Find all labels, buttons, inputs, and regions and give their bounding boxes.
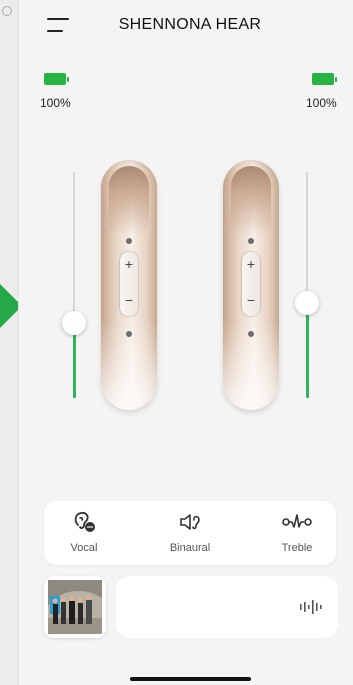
menu-icon[interactable] (47, 18, 71, 34)
home-indicator[interactable] (130, 677, 251, 681)
left-volume-up-button[interactable]: + (120, 256, 138, 272)
album-thumbnail[interactable] (44, 576, 106, 638)
mode-treble[interactable]: Treble (257, 501, 337, 565)
mode-binaural-label: Binaural (169, 542, 211, 554)
corner-dot (2, 6, 12, 16)
left-aid-top-dot (126, 238, 132, 244)
right-volume-slider-fill (306, 303, 309, 398)
mode-treble-label: Treble (281, 542, 313, 554)
right-battery-icon (312, 73, 338, 85)
audio-player-card[interactable] (116, 576, 338, 638)
album-photo-image (44, 576, 106, 638)
ear-chat-icon (74, 511, 95, 532)
mode-vocal-label: Vocal (70, 542, 98, 554)
right-volume-up-button[interactable]: + (242, 256, 260, 272)
left-aid-volume-rocker[interactable]: + − (120, 252, 138, 316)
right-volume-slider-knob[interactable] (295, 291, 319, 316)
left-battery-percent: 100% (40, 96, 71, 110)
right-volume-down-button[interactable]: − (242, 292, 260, 308)
left-aid-bottom-dot (126, 331, 132, 337)
mode-binaural[interactable]: Binaural (150, 501, 230, 565)
left-volume-down-button[interactable]: − (120, 292, 138, 308)
treble-wave-icon (282, 514, 312, 528)
left-battery-icon (44, 73, 70, 85)
mode-selector-bar: Vocal Binaural Treble (44, 501, 336, 565)
right-aid-bottom-dot (248, 331, 254, 337)
right-aid-volume-rocker[interactable]: + − (242, 252, 260, 316)
waveform-icon (300, 600, 322, 614)
mode-vocal[interactable]: Vocal (44, 501, 124, 565)
speaker-ear-icon (180, 514, 200, 530)
right-battery-percent: 100% (306, 96, 337, 110)
app-title: SHENNONA HEAR (118, 16, 262, 33)
right-aid-top-dot (248, 238, 254, 244)
